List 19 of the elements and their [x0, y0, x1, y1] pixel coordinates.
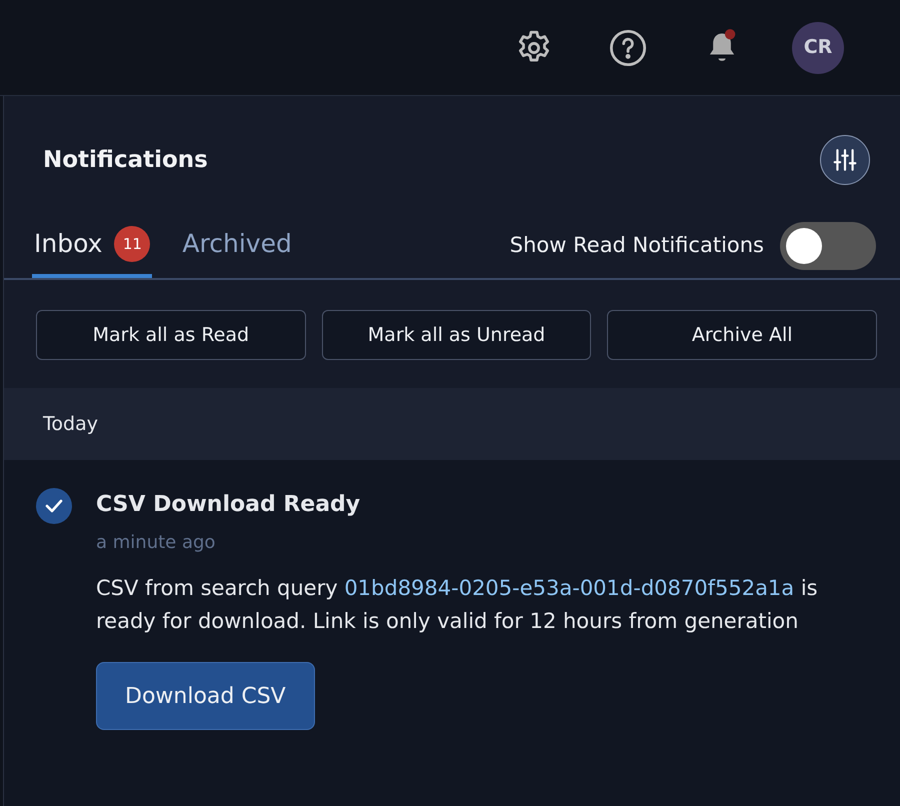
tab[interactable]: Inbox 11	[32, 214, 152, 278]
tab[interactable]: Archived	[180, 214, 294, 278]
group-heading: Today	[43, 412, 98, 437]
timestamp: a minute ago	[96, 531, 216, 555]
toggle-label: Show Read Notifications	[510, 232, 764, 260]
toggle-switch[interactable]	[780, 222, 876, 270]
action-button[interactable]: Mark all as Unread	[322, 310, 592, 360]
download-button[interactable]: Download CSV	[96, 662, 315, 730]
action-button[interactable]: Mark all as Read	[36, 310, 306, 360]
count-badge: 11	[114, 226, 150, 262]
user-avatar[interactable]: CR	[792, 22, 844, 74]
sliders-icon	[832, 147, 858, 173]
panel-title: Notifications	[43, 146, 208, 175]
read-check-icon[interactable]	[36, 488, 72, 524]
filter-settings-button[interactable]	[820, 135, 870, 185]
notification-title: CSV Download Ready	[96, 491, 362, 519]
query-link[interactable]: 01bd8984-0205-e53a-001d-d0870f552a1a	[344, 576, 794, 600]
notification-message: CSV from search query 01bd8984-0205-e53a-001d-d0870f552a1a is ready for download. Link is only valid for 12 hours from generation	[96, 575, 819, 635]
action-button[interactable]: Archive All	[607, 310, 878, 360]
